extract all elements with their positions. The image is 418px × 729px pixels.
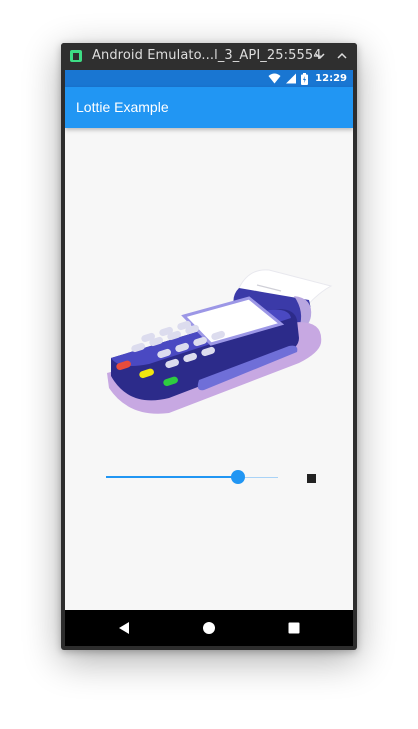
wifi-icon xyxy=(268,73,281,84)
app-bar-title: Lottie Example xyxy=(76,99,169,115)
window-titlebar[interactable]: Android Emulato...l_3_API_25:5554 xyxy=(61,43,357,70)
navigation-bar xyxy=(65,610,353,646)
window-title: Android Emulato...l_3_API_25:5554 xyxy=(92,48,322,63)
chevron-up-icon[interactable] xyxy=(335,49,349,63)
card-payment-terminal-illustration xyxy=(107,269,333,414)
stop-icon[interactable] xyxy=(307,474,316,483)
status-bar: 12:29 xyxy=(65,70,353,87)
back-icon[interactable] xyxy=(117,621,131,635)
home-icon[interactable] xyxy=(202,621,216,635)
emulator-window: Android Emulato...l_3_API_25:5554 12:29 … xyxy=(61,43,357,650)
signal-icon xyxy=(286,73,297,84)
chevron-down-icon[interactable] xyxy=(313,49,327,63)
recents-icon[interactable] xyxy=(287,621,301,635)
status-time: 12:29 xyxy=(315,73,347,84)
battery-icon xyxy=(301,72,309,85)
android-emulator-icon xyxy=(70,50,82,62)
device-screen: 12:29 Lottie Example xyxy=(65,70,353,646)
animation-progress-slider[interactable] xyxy=(106,468,278,488)
app-bar: Lottie Example xyxy=(65,87,353,128)
slider-active-track xyxy=(106,476,238,478)
slider-thumb[interactable] xyxy=(231,470,245,484)
